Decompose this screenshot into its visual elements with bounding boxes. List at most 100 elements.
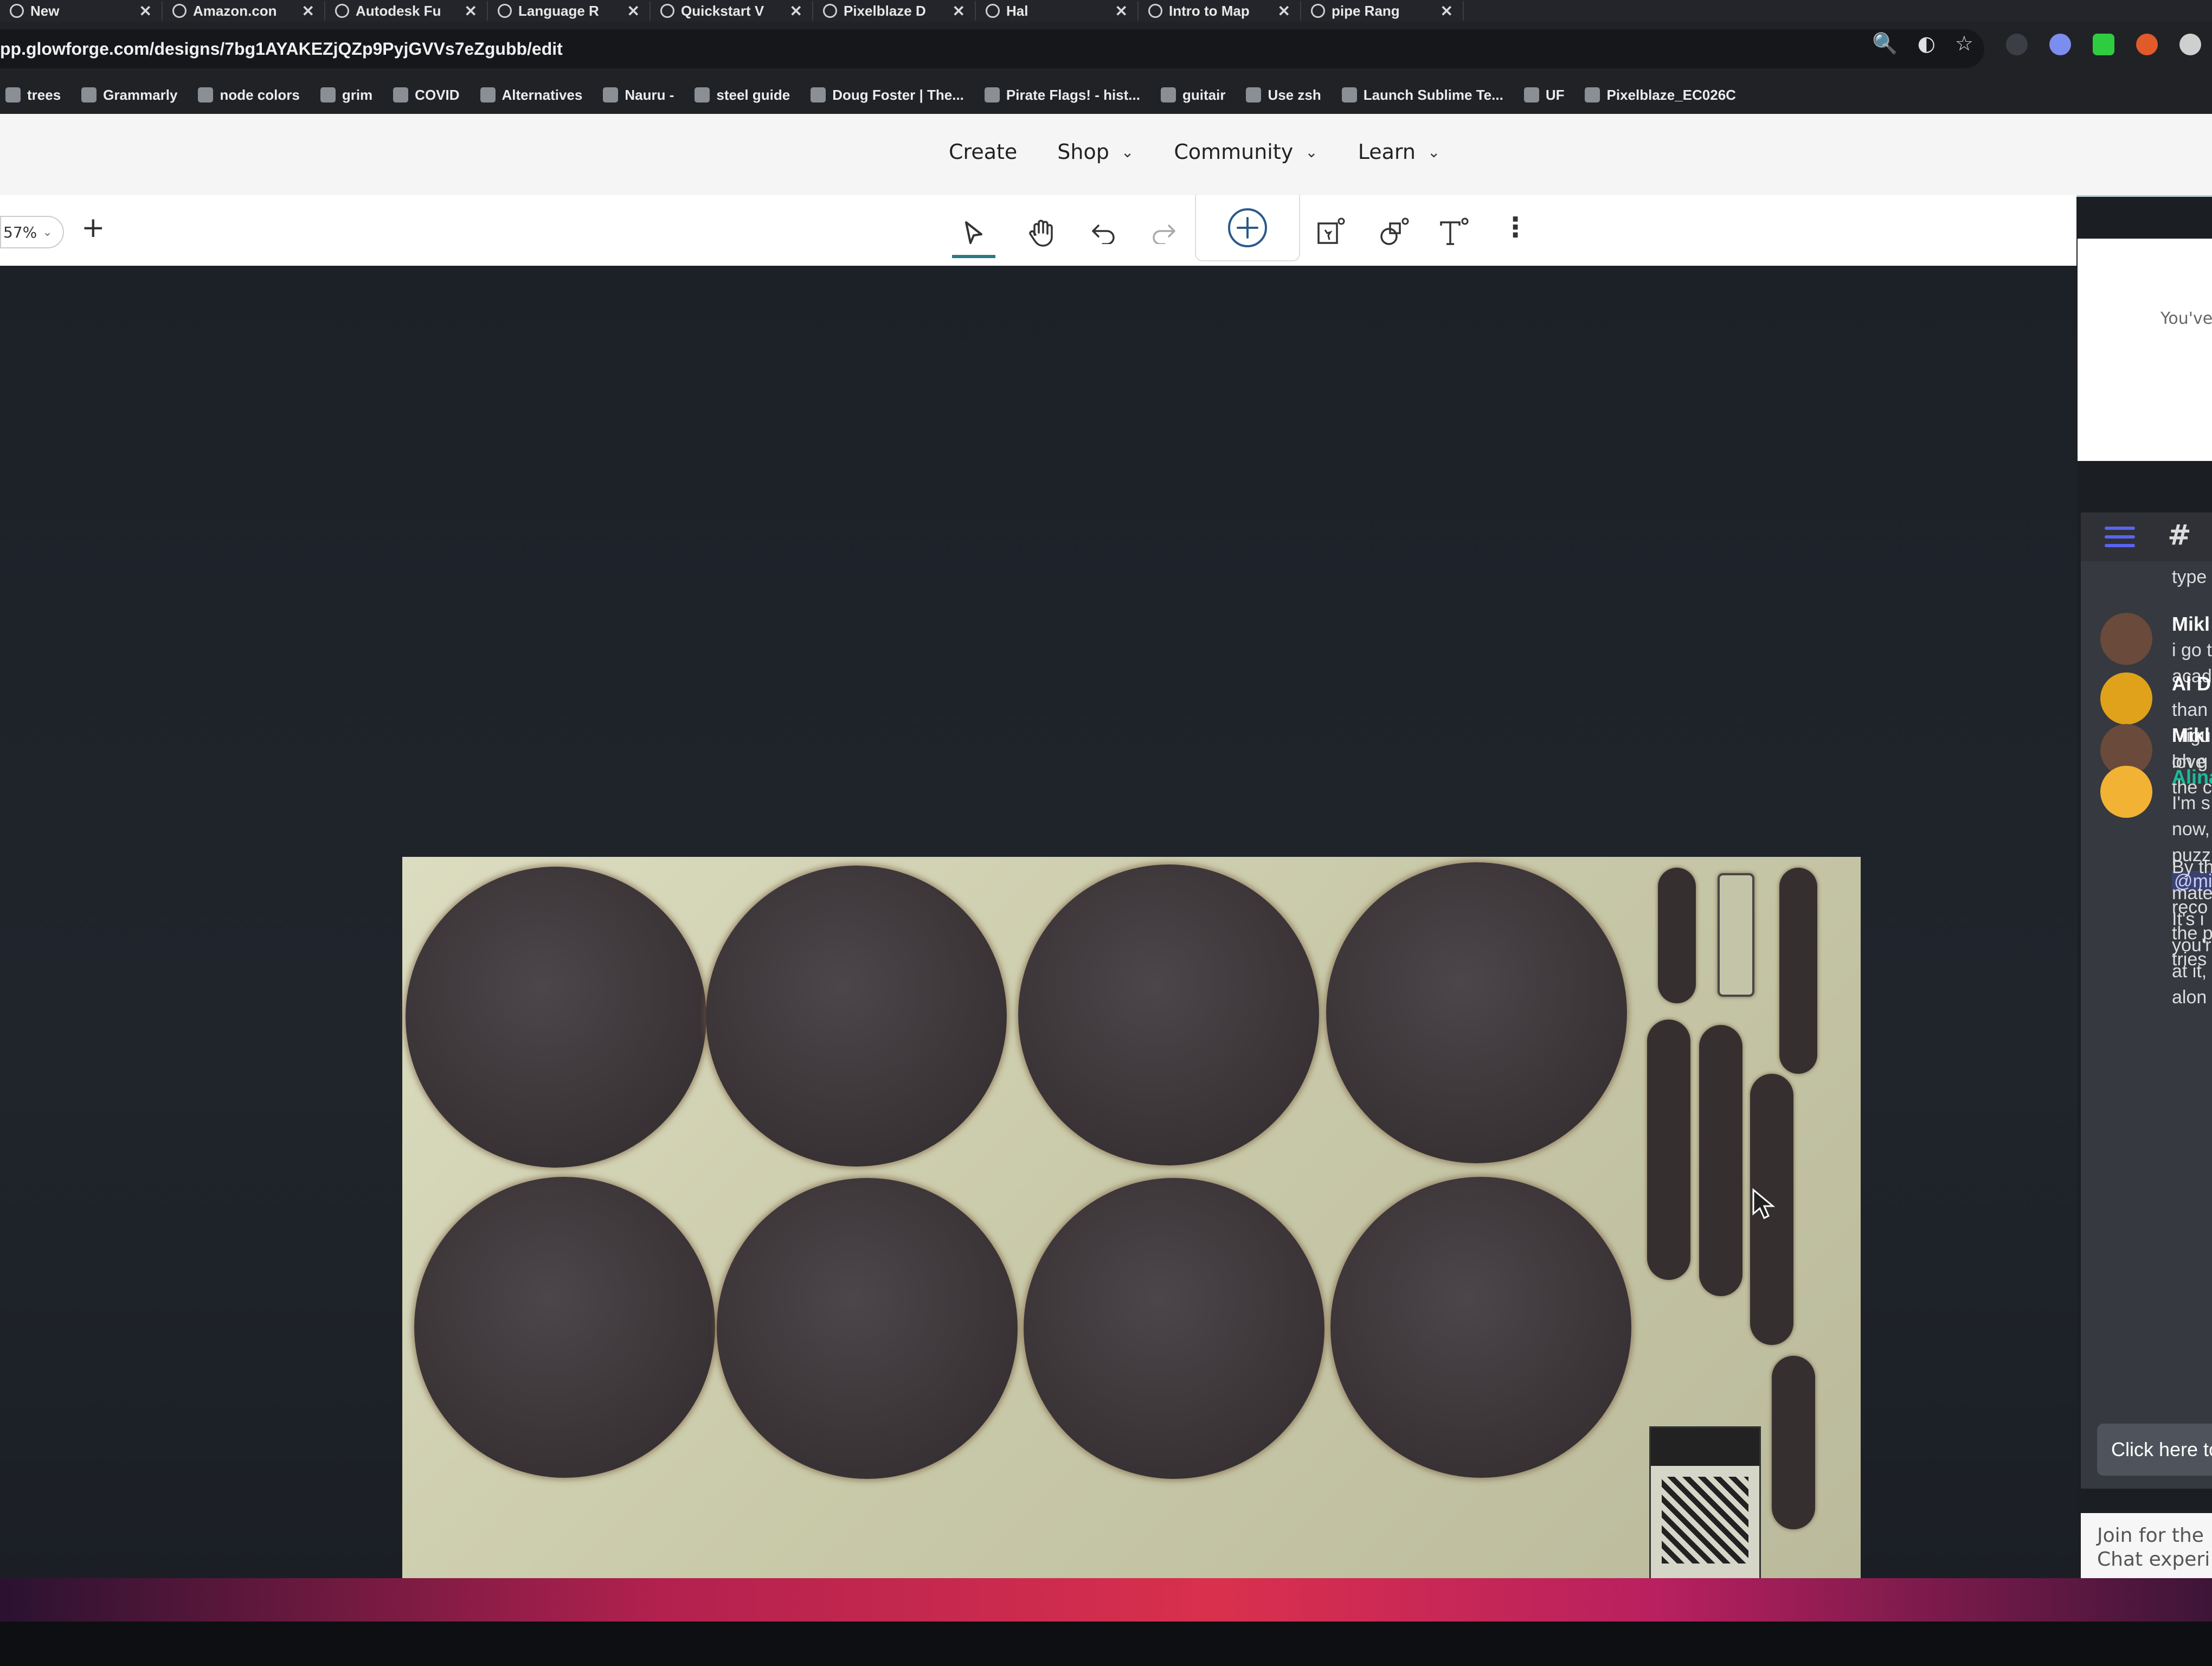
bookmark-item[interactable]: Pirate Flags! - hist... — [984, 87, 1140, 104]
zoom-in-icon[interactable]: + — [81, 212, 105, 244]
bookmark-item[interactable]: Launch Sublime Te... — [1341, 87, 1503, 104]
message-author[interactable]: Mikl — [2172, 613, 2210, 636]
address-bar[interactable]: pp.glowforge.com/designs/7bg1AYAKEZjQZp9… — [0, 29, 1984, 68]
join-line: Join for the — [2097, 1524, 2204, 1547]
chat-panel: # type Mikl i go t acad Al Dthan i figu love Mi… — [2081, 512, 2212, 1489]
close-icon[interactable]: ✕ — [627, 2, 640, 20]
chat-header: # — [2081, 512, 2212, 561]
redo-icon — [1153, 225, 1175, 244]
bookmark-label: UF — [1545, 86, 1565, 103]
pointer-icon — [965, 221, 982, 244]
browser-tab[interactable]: Quickstart V ✕ — [651, 1, 813, 21]
nav-community[interactable]: Community ⌄ — [1174, 140, 1317, 164]
pan-tool[interactable] — [1020, 212, 1064, 255]
add-button[interactable] — [1195, 195, 1300, 261]
text-tool[interactable] — [1431, 212, 1475, 255]
join-banner[interactable]: Join for the Chat experi — [2081, 1513, 2212, 1578]
bookmark-item[interactable]: node colors — [198, 87, 300, 104]
avatar[interactable] — [2100, 613, 2152, 665]
tab-title: Autodesk Fu — [356, 2, 441, 19]
close-icon[interactable]: ✕ — [1115, 2, 1128, 20]
mouse-cursor-icon — [1752, 1188, 1775, 1220]
magic-tool[interactable] — [1309, 212, 1352, 255]
menu-icon[interactable] — [2105, 527, 2135, 548]
cut-circle — [1024, 1178, 1324, 1479]
bookmark-label: grim — [342, 86, 373, 103]
select-tool[interactable] — [952, 212, 995, 258]
cut-slot — [1699, 1025, 1742, 1296]
extension-icon[interactable] — [2136, 34, 2158, 55]
tab-favicon-icon — [1311, 4, 1325, 18]
browser-tab[interactable]: Intro to Map ✕ — [1139, 1, 1301, 21]
close-icon[interactable]: ✕ — [302, 2, 314, 20]
close-icon[interactable]: ✕ — [953, 2, 965, 20]
extension-icon[interactable] — [2049, 34, 2071, 55]
extension-icon[interactable] — [2093, 34, 2114, 55]
url-text[interactable]: pp.glowforge.com/designs/7bg1AYAKEZjQZp9… — [0, 39, 563, 59]
tab-icon — [1160, 87, 1176, 102]
zoom-select[interactable]: 57% ⌄ — [0, 216, 64, 248]
bookmark-item[interactable]: Use zsh — [1246, 87, 1321, 104]
message-author[interactable]: Al D — [2172, 672, 2211, 695]
shapes-tool[interactable] — [1372, 212, 1415, 255]
bookmark-label: Doug Foster | The... — [832, 86, 964, 103]
nav-learn[interactable]: Learn ⌄ — [1358, 140, 1441, 164]
bookmark-item[interactable]: trees — [5, 87, 61, 104]
nav-shop[interactable]: Shop ⌄ — [1057, 140, 1134, 164]
browser-tab[interactable]: Amazon.con ✕ — [163, 1, 325, 21]
bookmark-item[interactable]: steel guide — [695, 87, 790, 104]
chevron-down-icon: ⌄ — [1305, 143, 1318, 161]
cut-slot — [1718, 873, 1754, 997]
bookmark-item[interactable]: UF — [1523, 86, 1565, 104]
channel-hash-icon[interactable]: # — [2168, 519, 2191, 552]
tab-favicon-icon — [498, 4, 512, 18]
bookmark-item[interactable]: guitair — [1160, 87, 1225, 104]
browser-tab[interactable]: Autodesk Fu ✕ — [325, 1, 488, 21]
message-author[interactable]: Mikl — [2172, 724, 2210, 747]
extension-icon[interactable] — [2006, 34, 2028, 55]
bookmark-item[interactable]: grim — [320, 87, 372, 104]
click-here-button[interactable]: Click here to — [2097, 1424, 2212, 1476]
nav-create-label: Create — [949, 140, 1018, 164]
close-icon[interactable]: ✕ — [139, 2, 152, 20]
bookmark-item[interactable]: COVID — [393, 87, 460, 104]
undo-icon — [1092, 225, 1115, 244]
close-icon[interactable]: ✕ — [790, 2, 802, 20]
avatar[interactable] — [2100, 672, 2152, 725]
browser-tab[interactable]: Language R ✕ — [488, 1, 651, 21]
camera-off-icon[interactable]: ◐ — [1918, 31, 1935, 56]
close-icon[interactable]: ✕ — [1441, 2, 1453, 20]
screen: New ✕ Amazon.con ✕ Autodesk Fu ✕ Language R ✕ Qu… — [0, 0, 2212, 1578]
undo-button[interactable] — [1082, 212, 1126, 255]
nav-community-label: Community — [1174, 140, 1294, 164]
message-author[interactable]: Alina — [2172, 766, 2212, 789]
close-icon[interactable]: ✕ — [1278, 2, 1290, 20]
bookmark-item[interactable]: Doug Foster | The... — [811, 87, 964, 104]
text-icon — [1440, 217, 1469, 245]
extensions — [2006, 34, 2201, 55]
more-menu-icon[interactable]: ⋮ — [1502, 212, 1529, 243]
bookmark-item[interactable]: Alternatives — [480, 87, 582, 104]
bookmark-item[interactable]: Nauru - — [603, 87, 674, 104]
profile-avatar[interactable] — [2179, 34, 2201, 55]
covid-icon — [393, 87, 409, 102]
design-canvas[interactable] — [0, 266, 2078, 1578]
flag-icon — [984, 87, 1000, 102]
tab-title: pipe Rang — [1332, 2, 1400, 19]
cut-slot — [1658, 868, 1696, 1003]
redo-button[interactable] — [1142, 212, 1185, 255]
browser-tab[interactable]: Hal ✕ — [976, 1, 1139, 21]
zoom-icon[interactable]: 🔍 — [1872, 31, 1898, 56]
browser-tab[interactable]: pipe Rang ✕ — [1301, 1, 1464, 21]
nav-shop-label: Shop — [1057, 140, 1109, 164]
close-icon[interactable]: ✕ — [465, 2, 477, 20]
browser-tab[interactable]: Pixelblaze D ✕ — [813, 1, 976, 21]
join-line: Chat experi — [2097, 1548, 2210, 1571]
nav-create[interactable]: Create — [949, 140, 1017, 164]
bookmark-item[interactable]: Grammarly — [81, 87, 177, 104]
avatar[interactable] — [2100, 766, 2152, 818]
bookmark-item[interactable]: Pixelblaze_EC026C — [1585, 87, 1736, 104]
star-icon[interactable]: ☆ — [1955, 31, 1973, 56]
side-panel-note: You've — [2160, 309, 2212, 328]
browser-tab[interactable]: New ✕ — [0, 1, 163, 21]
